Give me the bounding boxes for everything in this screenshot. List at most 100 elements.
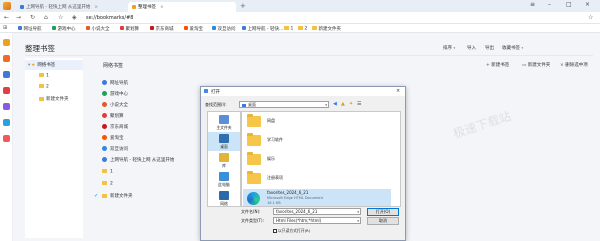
bookmark-folder[interactable]: 2 (298, 25, 307, 31)
bookmark-item[interactable]: 上网导航 - 轻快... (242, 26, 283, 32)
apps-icon[interactable]: ⊞ (3, 25, 7, 31)
star-icon[interactable]: ☆ (58, 14, 63, 21)
globe-icon (102, 80, 107, 85)
open-button[interactable]: 打开(O) (367, 208, 399, 216)
bookmark-star-icon[interactable]: ☆ (588, 14, 593, 21)
taobao-icon (184, 26, 188, 30)
close-icon[interactable]: × (396, 88, 400, 94)
tab-bookmarks-manager[interactable]: 整理书签 × (128, 2, 236, 12)
place-desktop[interactable]: 桌面 (208, 132, 240, 151)
file-list: 网盘 学习软件 娱乐 注册表项 favorites_2024_6_21 Micr… (241, 111, 401, 207)
list-item[interactable]: 小说大全 (102, 102, 128, 108)
chevron-down-icon: ▾ (325, 103, 327, 107)
tree-item-folder[interactable]: 1 (25, 71, 83, 81)
tree-item-root[interactable]: ▾★ 网络书签 (25, 60, 83, 70)
tab-close-icon[interactable]: × (160, 5, 164, 10)
tab-navigation[interactable]: 上网导航 - 轻快上网 从这里开始 × (16, 2, 126, 12)
bookmark-item[interactable]: 京东商城 (150, 26, 174, 32)
filetype-select[interactable]: Html Files(*htm;*html) ▾ (273, 217, 361, 224)
list-item[interactable]: 双旦访问 (102, 146, 128, 152)
deal-icon (102, 113, 107, 118)
bookmark-item[interactable]: 聚划算 (120, 26, 139, 32)
place-this-pc[interactable]: 此电脑 (208, 170, 240, 189)
delete-selected-button[interactable]: × 删除选中项 (560, 62, 588, 68)
bookmark-item[interactable]: 双旦访问 (212, 26, 236, 32)
game-app-icon[interactable] (3, 55, 10, 62)
cancel-button[interactable]: 取消 (367, 217, 399, 225)
export-menu[interactable]: 导出 (485, 45, 494, 51)
tree-item-folder[interactable]: 2 (25, 82, 83, 92)
new-tab-icon[interactable]: + (240, 2, 246, 10)
bookmark-item[interactable]: 游戏中心 (52, 26, 76, 32)
lookin-select[interactable]: 桌面 ▾ (239, 101, 329, 108)
file-item[interactable]: 娱乐 (243, 151, 391, 170)
jd-icon (150, 26, 154, 30)
close-window-icon[interactable]: × (585, 1, 590, 8)
chevron-down-icon: ▾ (453, 46, 456, 50)
place-home[interactable]: 主文件夹 (208, 113, 240, 132)
list-item[interactable]: 上网导航 - 轻快上网 从这里开始 (102, 157, 174, 163)
folder-icon (102, 169, 107, 173)
list-item[interactable]: 2 (102, 181, 113, 187)
edge-html-icon (247, 192, 260, 205)
back-icon[interactable]: ◀ (333, 101, 337, 107)
shop-app-icon[interactable] (3, 87, 10, 94)
list-item[interactable]: ✓ 新建文件夹 (94, 193, 133, 199)
collect-bookmark-menu[interactable]: 收藏书签 ▾ (502, 45, 523, 51)
checkbox[interactable] (273, 228, 277, 233)
bookmark-item[interactable]: 小说大全 (86, 26, 110, 32)
file-item[interactable]: 注册表项 (243, 170, 391, 189)
place-library[interactable]: 库 (208, 151, 240, 170)
sort-menu[interactable]: 排序 ▾ (443, 45, 455, 51)
list-item[interactable]: 游戏中心 (102, 91, 128, 97)
list-item[interactable]: 爱淘宝 (102, 135, 124, 141)
video-app-icon[interactable] (3, 71, 10, 78)
dialog-app-icon (204, 89, 208, 93)
bookmark-folder[interactable]: 1 (284, 25, 293, 31)
list-item[interactable]: 网址导航 (102, 80, 128, 86)
tree-item-folder[interactable]: 新建文件夹 (25, 94, 83, 104)
bookmark-app-icon[interactable] (3, 39, 10, 46)
forward-icon[interactable]: → (16, 14, 21, 21)
mail-app-icon[interactable] (3, 119, 10, 126)
url-input[interactable]: se://bookmarks/#8 (84, 14, 584, 22)
view-menu-icon[interactable]: ☰ (357, 101, 361, 107)
home-icon[interactable]: ⌂ (44, 14, 48, 21)
menu-icon[interactable]: ≡ (530, 1, 535, 8)
bookmark-item[interactable]: 爱淘宝 (184, 26, 203, 32)
site-icon (212, 26, 216, 30)
list-item[interactable]: 1 (102, 169, 113, 175)
tab-close-icon[interactable]: × (94, 5, 98, 10)
chevron-down-icon[interactable]: ▾ (28, 63, 30, 68)
tool-app-icon[interactable] (3, 135, 10, 142)
filename-input[interactable]: favorites_2024_6_21 ▾ (273, 208, 361, 215)
music-app-icon[interactable] (3, 103, 10, 110)
browser-logo-icon[interactable] (3, 2, 11, 10)
bookmarks-bar: ⊞ 网址导航 游戏中心 小说大全 聚划算 京东商城 爱淘宝 双旦访问 上网导航 … (0, 24, 600, 33)
folder-icon (247, 114, 261, 127)
new-folder-icon[interactable]: ✦ (349, 101, 353, 107)
chevron-down-icon: ▾ (521, 46, 524, 50)
up-folder-icon[interactable]: ▲ (341, 101, 345, 107)
file-item-selected[interactable]: favorites_2024_6_21 Microsoft Edge HTML … (243, 189, 391, 206)
file-item[interactable]: 学习软件 (243, 132, 391, 151)
import-menu[interactable]: 导入 (467, 45, 476, 51)
new-bookmark-button[interactable]: + 新建书签 (486, 62, 509, 68)
place-network[interactable]: 网络 (208, 189, 240, 208)
bookmark-folder[interactable]: 新建文件夹 (312, 26, 341, 32)
main-title: 网络书签 (103, 63, 124, 69)
refresh-icon[interactable]: ↻ (30, 14, 35, 21)
minimize-icon[interactable]: – (548, 1, 551, 8)
readonly-checkbox[interactable]: 以只读方式打开(R) (273, 228, 310, 234)
check-icon[interactable]: ✓ (94, 193, 98, 199)
list-item[interactable]: 聚划算 (102, 113, 124, 119)
list-item[interactable]: 京东商城 (102, 124, 128, 130)
filetype-label: 文件类型(T): (241, 218, 264, 223)
bookmark-item[interactable]: 网址导航 (18, 26, 42, 32)
maximize-icon[interactable]: □ (566, 1, 572, 8)
new-folder-button[interactable]: ▭ 新建文件夹 (522, 62, 550, 68)
back-icon[interactable]: ← (4, 14, 9, 21)
computer-icon (219, 172, 229, 181)
file-item[interactable]: 网盘 (243, 113, 391, 132)
shield-icon[interactable]: ◈ (72, 14, 77, 21)
